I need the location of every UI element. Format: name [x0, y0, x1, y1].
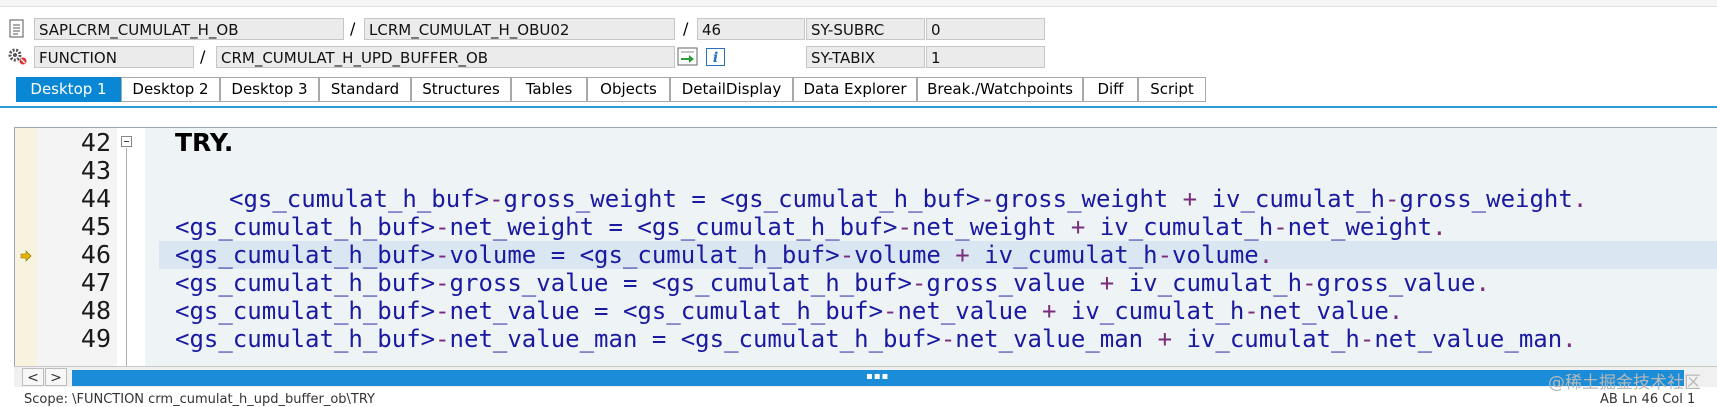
event-type-field[interactable]: FUNCTION	[34, 46, 194, 68]
fold-guide-line	[126, 148, 127, 386]
code-line[interactable]: 49 <gs_cumulat_h_buf>-net_value_man = <g…	[15, 324, 1717, 354]
tab-break-watchpoints[interactable]: Break./Watchpoints	[917, 77, 1083, 102]
tab-script[interactable]: Script	[1138, 77, 1206, 102]
document-icon	[8, 19, 26, 43]
tab-desktop-3[interactable]: Desktop 3	[220, 77, 319, 102]
line-number: 43	[80, 156, 111, 185]
tab-desktop-1[interactable]: Desktop 1	[16, 77, 121, 102]
code-line[interactable]: 43	[15, 156, 1717, 186]
sy-subrc-label: SY-SUBRC	[806, 18, 925, 40]
code-text: TRY.	[175, 128, 234, 157]
scope-status: Scope: \FUNCTION crm_cumulat_h_upd_buffe…	[24, 392, 375, 407]
line-number: 47	[80, 268, 111, 297]
include-field[interactable]: LCRM_CUMULAT_H_OBU02	[364, 18, 675, 40]
code-line[interactable]: 45 <gs_cumulat_h_buf>-net_weight = <gs_c…	[15, 212, 1717, 242]
separator: /	[200, 47, 206, 66]
line-number: 48	[80, 296, 111, 325]
code-text: <gs_cumulat_h_buf>-volume = <gs_cumulat_…	[175, 241, 1274, 269]
scroll-right-button[interactable]: >	[45, 368, 67, 386]
source-code-editor[interactable]: 42 TRY. 43 44 <gs_cumulat_h_buf>-gross_w…	[14, 127, 1717, 386]
tab-tables[interactable]: Tables	[511, 77, 587, 102]
code-text: <gs_cumulat_h_buf>-net_value_man = <gs_c…	[175, 325, 1577, 353]
event-name-field[interactable]: CRM_CUMULAT_H_UPD_BUFFER_OB	[216, 46, 675, 68]
code-text: <gs_cumulat_h_buf>-net_value = <gs_cumul…	[175, 297, 1404, 325]
code-line[interactable]: 44 <gs_cumulat_h_buf>-gross_weight = <gs…	[15, 184, 1717, 214]
code-line[interactable]: 47 <gs_cumulat_h_buf>-gross_value = <gs_…	[15, 268, 1717, 298]
sy-tabix-value[interactable]: 1	[926, 46, 1045, 68]
line-number: 49	[80, 324, 111, 353]
line-number: 45	[80, 212, 111, 241]
tab-desktop-2[interactable]: Desktop 2	[121, 77, 220, 102]
tab-data-explorer[interactable]: Data Explorer	[793, 77, 917, 102]
window-top-border	[0, 0, 1717, 7]
separator: /	[683, 19, 689, 38]
line-number: 44	[80, 184, 111, 213]
line-number-field[interactable]: 46	[697, 18, 805, 40]
tab-detail-display[interactable]: DetailDisplay	[670, 77, 793, 102]
info-icon[interactable]: i	[706, 48, 726, 71]
code-line[interactable]: 48 <gs_cumulat_h_buf>-net_value = <gs_cu…	[15, 296, 1717, 326]
code-text: <gs_cumulat_h_buf>-net_weight = <gs_cumu…	[175, 213, 1447, 241]
tab-objects[interactable]: Objects	[587, 77, 670, 102]
code-line[interactable]: 42 TRY.	[15, 128, 1717, 158]
tab-underline	[0, 106, 1717, 108]
line-number: 46	[80, 240, 111, 269]
separator: /	[350, 19, 356, 38]
tab-standard[interactable]: Standard	[319, 77, 411, 102]
sy-tabix-label: SY-TABIX	[806, 46, 925, 68]
code-line-current[interactable]: 46 <gs_cumulat_h_buf>-volume = <gs_cumul…	[15, 240, 1717, 270]
code-text: <gs_cumulat_h_buf>-gross_weight = <gs_cu…	[229, 185, 1588, 213]
sy-subrc-value[interactable]: 0	[926, 18, 1045, 40]
tab-diff[interactable]: Diff	[1083, 77, 1138, 102]
line-number: 42	[80, 128, 111, 157]
collapse-block-toggle[interactable]	[121, 136, 132, 147]
cursor-position-status: AB Ln 46 Col 1	[1600, 392, 1696, 407]
program-field[interactable]: SAPLCRM_CUMULAT_H_OB	[34, 18, 344, 40]
info-icon-glyph: i	[713, 50, 718, 66]
horizontal-scrollbar[interactable]: < > ▪▪▪	[14, 366, 1717, 387]
navigate-to-source-icon[interactable]	[677, 47, 699, 71]
scroll-left-button[interactable]: <	[22, 368, 44, 386]
code-text: <gs_cumulat_h_buf>-gross_value = <gs_cum…	[175, 269, 1490, 297]
tab-structures[interactable]: Structures	[411, 77, 511, 102]
scrollbar-grip-icon: ▪▪▪	[866, 371, 890, 382]
gear-settings-icon[interactable]	[7, 46, 29, 70]
watermark-text: @稀土掘金技术社区	[1548, 373, 1701, 393]
